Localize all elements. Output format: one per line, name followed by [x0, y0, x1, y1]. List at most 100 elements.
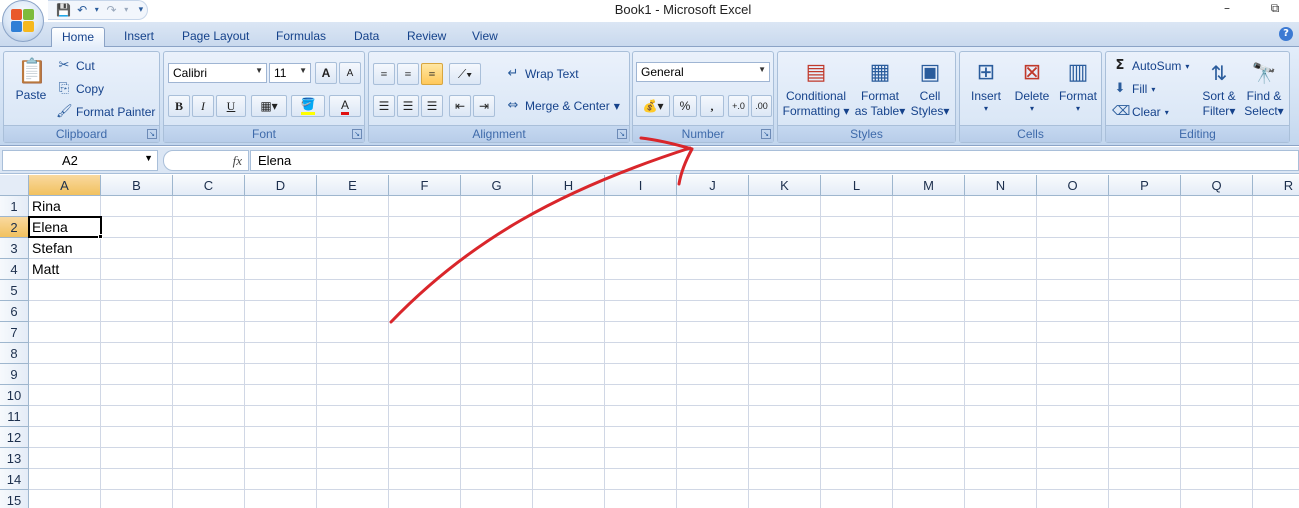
align-right-button[interactable]: ☰: [421, 95, 443, 117]
insert-cells-button[interactable]: ⊞ Insert ▾: [964, 58, 1008, 124]
row-header-5[interactable]: 5: [0, 280, 29, 301]
office-button[interactable]: [2, 0, 44, 42]
name-box[interactable]: A2 ▼: [2, 150, 158, 171]
tab-page-layout[interactable]: Page Layout: [172, 27, 259, 47]
merge-center-button[interactable]: ⇔ Merge & Center ▼: [505, 96, 620, 116]
dialog-launcher-icon[interactable]: ↘: [147, 129, 157, 139]
column-header-r[interactable]: R: [1253, 175, 1299, 196]
restore-button[interactable]: ⧉: [1251, 0, 1299, 18]
column-header-f[interactable]: F: [389, 175, 461, 196]
tab-view[interactable]: View: [462, 27, 508, 47]
column-header-m[interactable]: M: [893, 175, 965, 196]
row-header-3[interactable]: 3: [0, 238, 29, 259]
format-cells-button[interactable]: ▥ Format ▾: [1056, 58, 1100, 124]
tab-insert[interactable]: Insert: [114, 27, 164, 47]
row-header-12[interactable]: 12: [0, 427, 29, 448]
shrink-font-button[interactable]: A: [339, 62, 361, 84]
dialog-launcher-icon[interactable]: ↘: [352, 129, 362, 139]
row-header-9[interactable]: 9: [0, 364, 29, 385]
tab-data[interactable]: Data: [344, 27, 389, 47]
align-left-button[interactable]: ☰: [373, 95, 395, 117]
clear-button[interactable]: ⌫ Clear ▾: [1112, 102, 1169, 122]
help-icon[interactable]: ?: [1279, 27, 1293, 41]
increase-decimal-button[interactable]: +.0: [728, 95, 749, 117]
fill-handle[interactable]: [98, 234, 103, 239]
conditional-formatting-button[interactable]: ▤ Conditional Formatting ▾: [782, 58, 850, 124]
fill-color-button[interactable]: 🪣: [291, 95, 325, 117]
decrease-indent-button[interactable]: ⇤: [449, 95, 471, 117]
select-all-corner[interactable]: [0, 175, 29, 196]
underline-button[interactable]: U: [216, 95, 246, 117]
cell-a3[interactable]: Stefan: [29, 238, 101, 259]
italic-button[interactable]: I: [192, 95, 214, 117]
percent-button[interactable]: %: [673, 95, 697, 117]
comma-button[interactable]: ,: [700, 95, 724, 117]
font-size-combo[interactable]: 11 ▼: [269, 63, 311, 83]
find-select-button[interactable]: 🔭 Find & Select▾: [1242, 58, 1286, 124]
font-name-combo[interactable]: Calibri ▼: [168, 63, 267, 83]
grow-font-button[interactable]: A: [315, 62, 337, 84]
cut-button[interactable]: ✂ Cut: [56, 56, 95, 76]
paste-button[interactable]: 📋 Paste: [12, 56, 50, 118]
column-header-p[interactable]: P: [1109, 175, 1181, 196]
column-header-o[interactable]: O: [1037, 175, 1109, 196]
column-header-a[interactable]: A: [29, 175, 101, 196]
row-header-2[interactable]: 2: [0, 217, 29, 238]
column-header-k[interactable]: K: [749, 175, 821, 196]
cell-a1[interactable]: Rina: [29, 196, 101, 217]
font-color-button[interactable]: A: [329, 95, 361, 117]
wrap-text-button[interactable]: ↵ Wrap Text: [505, 64, 579, 84]
column-header-h[interactable]: H: [533, 175, 605, 196]
row-header-13[interactable]: 13: [0, 448, 29, 469]
align-top-button[interactable]: ≡: [373, 63, 395, 85]
column-header-l[interactable]: L: [821, 175, 893, 196]
column-header-e[interactable]: E: [317, 175, 389, 196]
bold-button[interactable]: B: [168, 95, 190, 117]
column-header-n[interactable]: N: [965, 175, 1037, 196]
row-header-4[interactable]: 4: [0, 259, 29, 280]
row-header-8[interactable]: 8: [0, 343, 29, 364]
align-bottom-button[interactable]: ≡: [421, 63, 443, 85]
row-header-7[interactable]: 7: [0, 322, 29, 343]
tab-formulas[interactable]: Formulas: [266, 27, 336, 47]
dialog-launcher-icon[interactable]: ↘: [617, 129, 627, 139]
row-header-14[interactable]: 14: [0, 469, 29, 490]
formula-input[interactable]: Elena: [250, 150, 1299, 171]
row-header-1[interactable]: 1: [0, 196, 29, 217]
column-header-g[interactable]: G: [461, 175, 533, 196]
column-header-c[interactable]: C: [173, 175, 245, 196]
tab-home[interactable]: Home: [51, 27, 106, 48]
align-middle-button[interactable]: ≡: [397, 63, 419, 85]
column-header-j[interactable]: J: [677, 175, 749, 196]
format-as-table-button[interactable]: ▦ Format as Table▾: [852, 58, 908, 124]
format-painter-button[interactable]: 🖌 Format Painter: [56, 102, 155, 122]
column-header-b[interactable]: B: [101, 175, 173, 196]
align-center-button[interactable]: ☰: [397, 95, 419, 117]
cells-area[interactable]: Rina Elena Stefan Matt: [28, 196, 1299, 508]
sort-filter-button[interactable]: ⇅ Sort & Filter▾: [1198, 58, 1240, 124]
row-header-11[interactable]: 11: [0, 406, 29, 427]
cell-a4[interactable]: Matt: [29, 259, 101, 280]
fill-button[interactable]: ⬇ Fill ▾: [1112, 79, 1156, 99]
cell-styles-button[interactable]: ▣ Cell Styles▾: [908, 58, 952, 124]
column-header-q[interactable]: Q: [1181, 175, 1253, 196]
insert-function-icon[interactable]: fx: [233, 153, 242, 169]
row-header-6[interactable]: 6: [0, 301, 29, 322]
column-header-i[interactable]: I: [605, 175, 677, 196]
number-format-combo[interactable]: General ▼: [636, 62, 770, 82]
cell-a2-active[interactable]: Elena: [28, 216, 102, 238]
orientation-button[interactable]: ⟋▾: [449, 63, 481, 85]
minimize-button[interactable]: –: [1203, 0, 1251, 18]
delete-cells-button[interactable]: ⊠ Delete ▾: [1010, 58, 1054, 124]
row-header-15[interactable]: 15: [0, 490, 29, 508]
increase-indent-button[interactable]: ⇥: [473, 95, 495, 117]
decrease-decimal-button[interactable]: .00: [751, 95, 772, 117]
dialog-launcher-icon[interactable]: ↘: [761, 129, 771, 139]
row-header-10[interactable]: 10: [0, 385, 29, 406]
copy-button[interactable]: ⎘ Copy: [56, 79, 104, 99]
borders-button[interactable]: ▦▾: [251, 95, 287, 117]
column-header-d[interactable]: D: [245, 175, 317, 196]
tab-review[interactable]: Review: [397, 27, 456, 47]
autosum-button[interactable]: Σ AutoSum ▾: [1112, 56, 1190, 76]
accounting-format-button[interactable]: 💰▾: [636, 95, 670, 117]
